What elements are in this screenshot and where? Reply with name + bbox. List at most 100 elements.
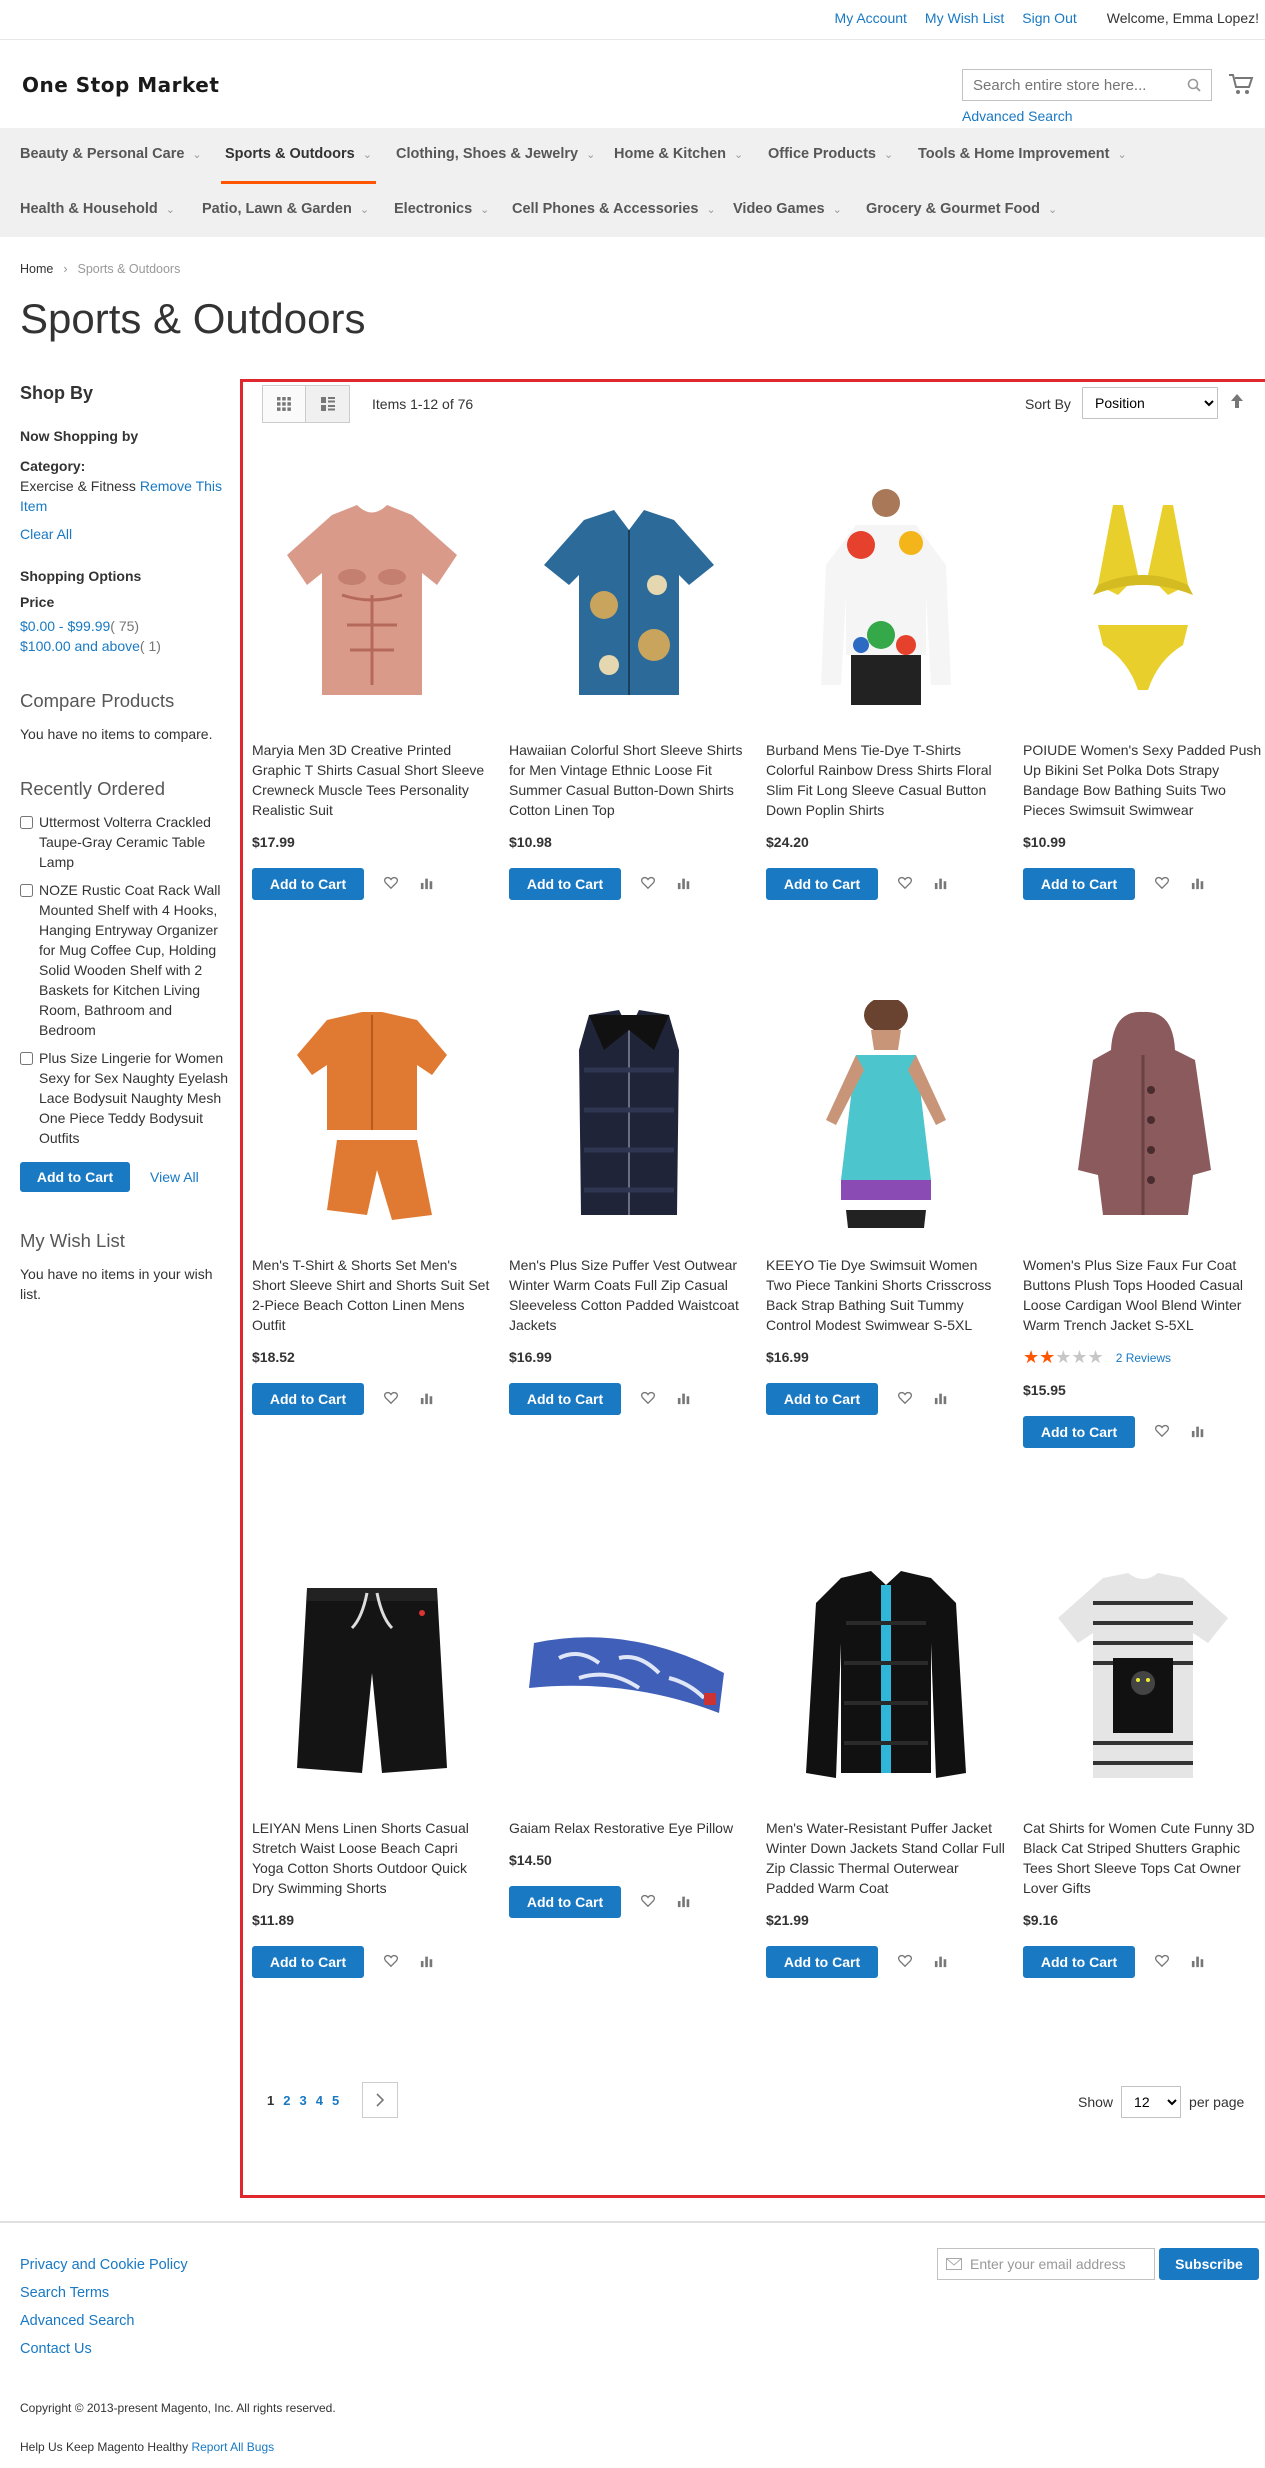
heart-icon[interactable]	[384, 1391, 400, 1407]
sort-by-select[interactable]: Position	[1082, 387, 1218, 419]
compare-icon[interactable]	[677, 1894, 693, 1910]
search-icon[interactable]	[1187, 78, 1201, 92]
product-image[interactable]	[509, 1558, 749, 1798]
add-to-cart-button[interactable]: Add to Cart	[509, 1886, 621, 1918]
compare-icon[interactable]	[1191, 876, 1207, 892]
breadcrumb-home[interactable]: Home	[20, 262, 53, 276]
search-input[interactable]	[963, 70, 1173, 100]
add-to-cart-button[interactable]: Add to Cart	[509, 1383, 621, 1415]
footer-link-search-terms[interactable]: Search Terms	[20, 2279, 188, 2307]
compare-icon[interactable]	[677, 876, 693, 892]
page-link[interactable]: 5	[332, 2093, 339, 2108]
compare-icon[interactable]	[677, 1391, 693, 1407]
subscribe-button[interactable]: Subscribe	[1159, 2248, 1259, 2280]
add-to-cart-button[interactable]: Add to Cart	[252, 1946, 364, 1978]
heart-icon[interactable]	[641, 1894, 657, 1910]
product-image[interactable]	[1023, 995, 1263, 1235]
recent-item-checkbox[interactable]	[20, 884, 33, 897]
clear-all-link[interactable]: Clear All	[20, 524, 230, 544]
product-image[interactable]	[509, 480, 749, 720]
nav-item-cell-phones[interactable]: Cell Phones & Accessories ⌄	[512, 201, 716, 217]
product-name[interactable]: Men's Water-Resistant Puffer Jacket Wint…	[766, 1818, 1006, 1898]
product-image[interactable]	[252, 995, 492, 1235]
newsletter-email-field[interactable]: Enter your email address	[937, 2248, 1155, 2280]
product-name[interactable]: Gaiam Relax Restorative Eye Pillow	[509, 1818, 749, 1838]
reviews-link[interactable]: 2 Reviews	[1116, 1351, 1171, 1365]
nav-item-patio[interactable]: Patio, Lawn & Garden ⌄	[202, 201, 369, 217]
report-bugs-link[interactable]: Report All Bugs	[191, 2440, 274, 2454]
heart-icon[interactable]	[898, 1391, 914, 1407]
view-all-link[interactable]: View All	[150, 1169, 199, 1185]
product-name[interactable]: Burband Mens Tie-Dye T-Shirts Colorful R…	[766, 740, 1006, 820]
recent-item-checkbox[interactable]	[20, 1052, 33, 1065]
add-to-cart-button[interactable]: Add to Cart	[766, 868, 878, 900]
heart-icon[interactable]	[384, 1954, 400, 1970]
product-image[interactable]	[766, 480, 1006, 720]
product-name[interactable]: Men's Plus Size Puffer Vest Outwear Wint…	[509, 1255, 749, 1335]
my-wishlist-link[interactable]: My Wish List	[925, 10, 1004, 26]
nav-item-grocery[interactable]: Grocery & Gourmet Food ⌄	[866, 201, 1057, 217]
recent-item[interactable]: Plus Size Lingerie for Women Sexy for Se…	[20, 1048, 230, 1148]
add-to-cart-button[interactable]: Add to Cart	[1023, 1416, 1135, 1448]
advanced-search-link[interactable]: Advanced Search	[962, 108, 1073, 124]
sort-direction-arrow-icon[interactable]	[1230, 393, 1244, 409]
footer-link-contact[interactable]: Contact Us	[20, 2335, 188, 2363]
compare-icon[interactable]	[420, 876, 436, 892]
nav-item-video-games[interactable]: Video Games ⌄	[733, 201, 842, 217]
add-to-cart-button[interactable]: Add to Cart	[766, 1946, 878, 1978]
heart-icon[interactable]	[1155, 876, 1171, 892]
heart-icon[interactable]	[641, 1391, 657, 1407]
compare-icon[interactable]	[1191, 1954, 1207, 1970]
product-name[interactable]: Maryia Men 3D Creative Printed Graphic T…	[252, 740, 492, 820]
store-logo[interactable]: One Stop Market	[22, 73, 219, 97]
page-link[interactable]: 2	[283, 2093, 290, 2108]
my-account-link[interactable]: My Account	[835, 10, 907, 26]
list-view-button[interactable]	[306, 385, 350, 423]
nav-item-sports-outdoors[interactable]: Sports & Outdoors ⌄	[221, 146, 376, 184]
product-name[interactable]: Men's T-Shirt & Shorts Set Men's Short S…	[252, 1255, 492, 1335]
add-to-cart-button[interactable]: Add to Cart	[1023, 868, 1135, 900]
compare-icon[interactable]	[934, 876, 950, 892]
heart-icon[interactable]	[1155, 1424, 1171, 1440]
cart-icon[interactable]	[1228, 72, 1254, 96]
product-name[interactable]: Hawaiian Colorful Short Sleeve Shirts fo…	[509, 740, 749, 820]
recent-add-to-cart-button[interactable]: Add to Cart	[20, 1162, 130, 1192]
compare-icon[interactable]	[934, 1954, 950, 1970]
price-range-link[interactable]: $100.00 and above	[20, 638, 140, 654]
add-to-cart-button[interactable]: Add to Cart	[509, 868, 621, 900]
heart-icon[interactable]	[898, 876, 914, 892]
heart-icon[interactable]	[641, 876, 657, 892]
nav-item-office[interactable]: Office Products ⌄	[768, 146, 893, 162]
recent-item-checkbox[interactable]	[20, 816, 33, 829]
page-link[interactable]: 3	[299, 2093, 306, 2108]
recent-item[interactable]: Uttermost Volterra Crackled Taupe-Gray C…	[20, 812, 230, 872]
per-page-select[interactable]: 12	[1121, 2086, 1182, 2118]
product-name[interactable]: Women's Plus Size Faux Fur Coat Buttons …	[1023, 1255, 1263, 1335]
sign-out-link[interactable]: Sign Out	[1022, 10, 1076, 26]
compare-icon[interactable]	[420, 1391, 436, 1407]
heart-icon[interactable]	[384, 876, 400, 892]
nav-item-health[interactable]: Health & Household ⌄	[20, 201, 175, 217]
add-to-cart-button[interactable]: Add to Cart	[766, 1383, 878, 1415]
recent-item[interactable]: NOZE Rustic Coat Rack Wall Mounted Shelf…	[20, 880, 230, 1040]
product-image[interactable]	[252, 480, 492, 720]
footer-link-advanced-search[interactable]: Advanced Search	[20, 2307, 188, 2335]
compare-icon[interactable]	[420, 1954, 436, 1970]
page-link[interactable]: 4	[316, 2093, 323, 2108]
product-name[interactable]: Cat Shirts for Women Cute Funny 3D Black…	[1023, 1818, 1263, 1898]
product-image[interactable]	[1023, 480, 1263, 720]
price-range-link[interactable]: $0.00 - $99.99	[20, 618, 110, 634]
product-name[interactable]: LEIYAN Mens Linen Shorts Casual Stretch …	[252, 1818, 492, 1898]
product-image[interactable]	[766, 995, 1006, 1235]
add-to-cart-button[interactable]: Add to Cart	[252, 1383, 364, 1415]
product-name[interactable]: POIUDE Women's Sexy Padded Push Up Bikin…	[1023, 740, 1263, 820]
nav-item-electronics[interactable]: Electronics ⌄	[394, 201, 489, 217]
add-to-cart-button[interactable]: Add to Cart	[252, 868, 364, 900]
product-image[interactable]	[509, 995, 749, 1235]
heart-icon[interactable]	[1155, 1954, 1171, 1970]
product-image[interactable]	[766, 1558, 1006, 1798]
next-page-button[interactable]	[362, 2082, 399, 2118]
nav-item-home-kitchen[interactable]: Home & Kitchen ⌄	[614, 146, 743, 162]
grid-view-button[interactable]	[262, 385, 306, 423]
nav-item-beauty[interactable]: Beauty & Personal Care ⌄	[20, 146, 202, 162]
